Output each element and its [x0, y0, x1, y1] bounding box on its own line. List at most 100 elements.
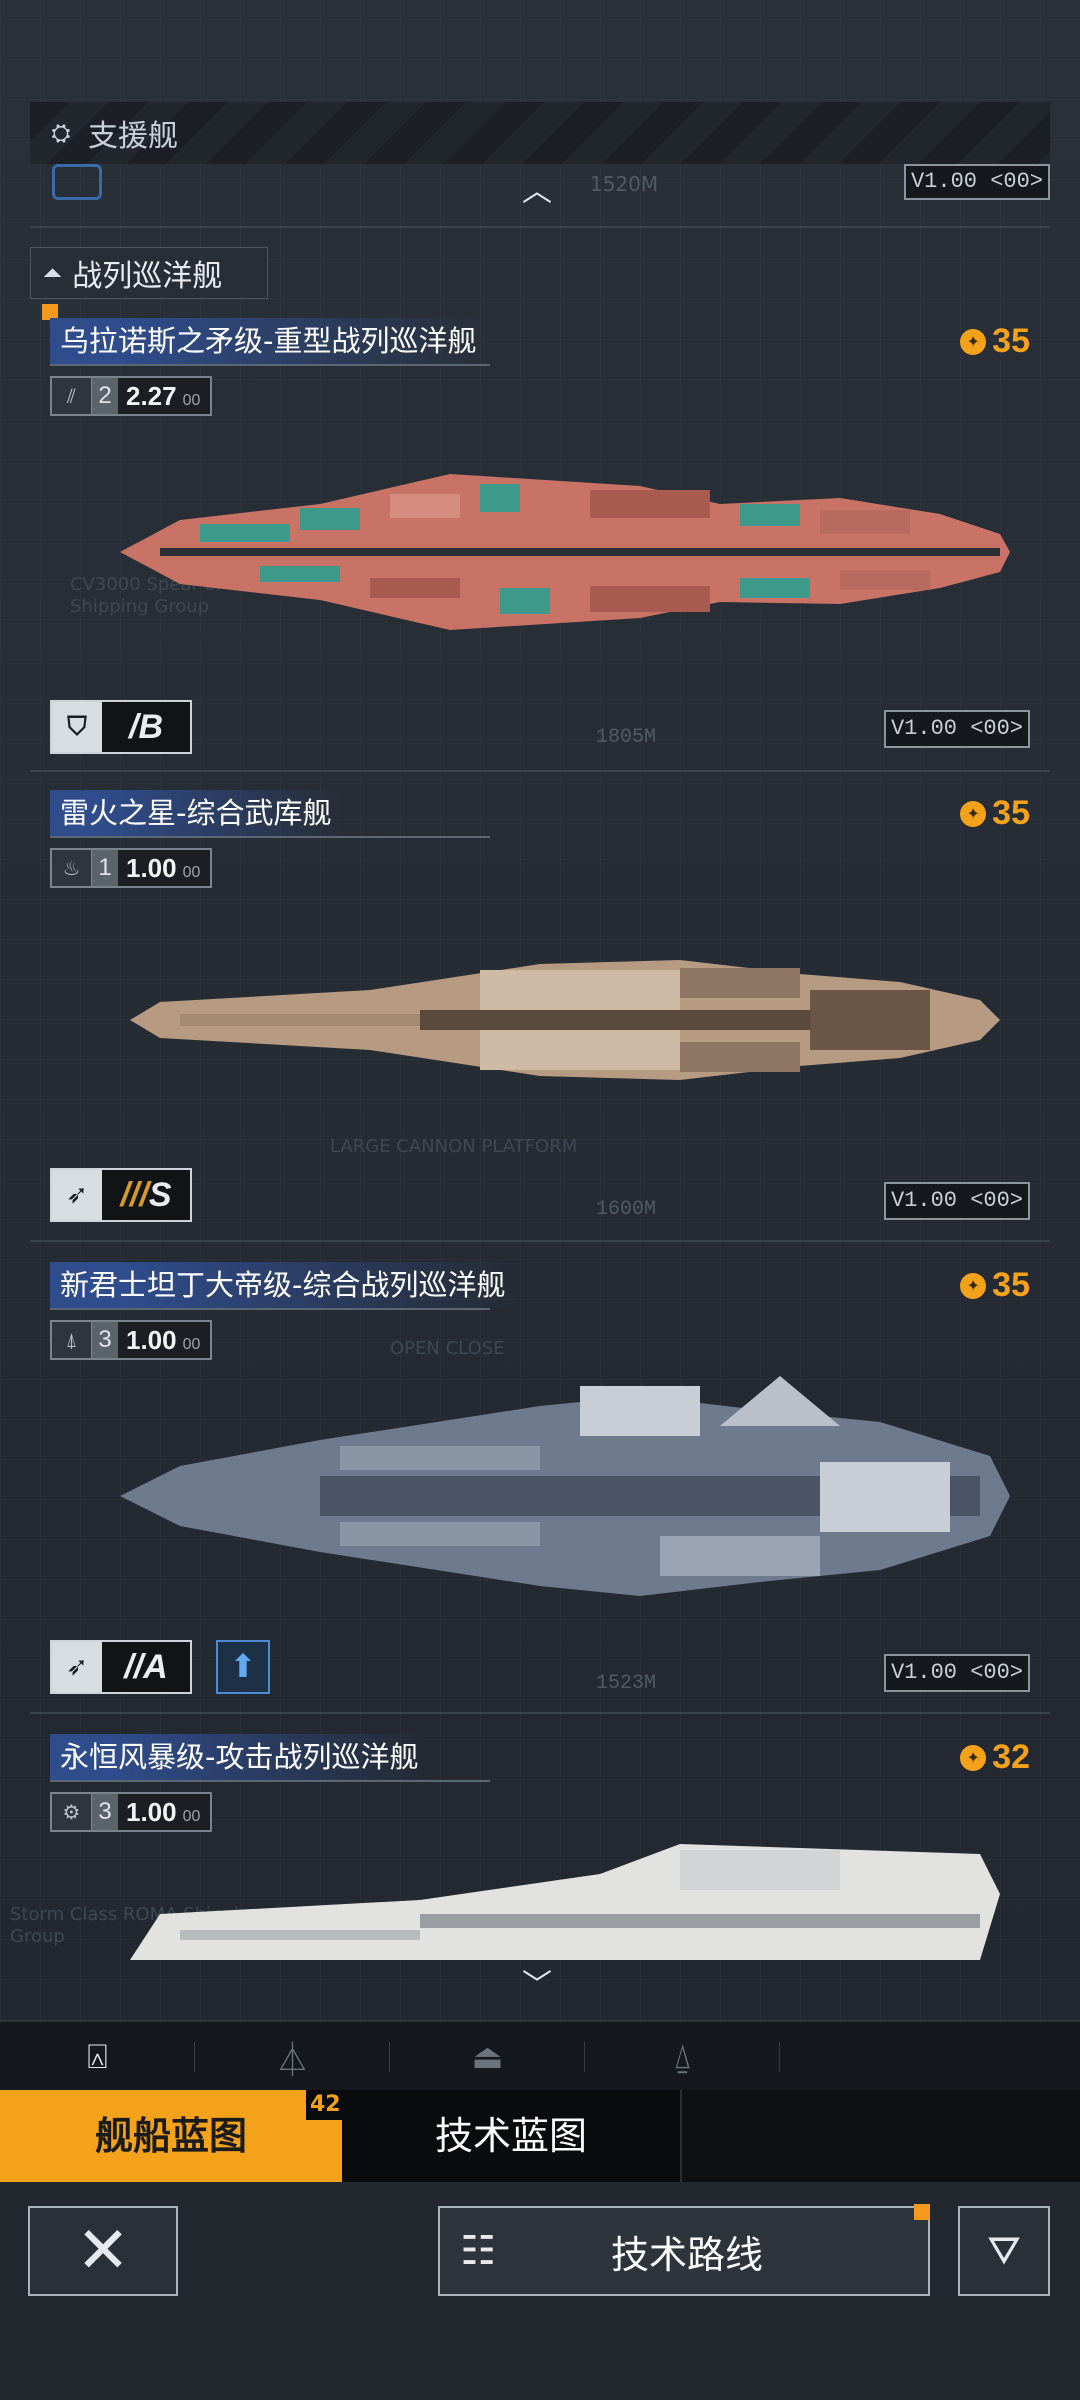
notification-dot	[914, 2204, 930, 2220]
tab-empty[interactable]	[780, 2022, 975, 2092]
filter-button[interactable]: ⛛	[958, 2206, 1050, 2296]
ship-card-new-constantine[interactable]: 新君士坦丁大帝级-综合战列巡洋舰 ✦ 35 ⍋ 3 1.00 00 OPEN CL…	[30, 1262, 1050, 1702]
chevron-up-icon[interactable]: ︿	[522, 166, 552, 210]
support-ship-label: 支援舰	[88, 119, 178, 154]
grade-badge: ⛉ /B	[50, 700, 192, 754]
ship-cost: ✦ 35	[960, 322, 1030, 361]
blueprint-annotation: OPEN CLOSE	[390, 1338, 505, 1359]
tab-carrier[interactable]: ⍙	[585, 2022, 780, 2092]
version-badge: V1.00 <00>	[884, 1654, 1030, 1692]
grade-value: //A	[124, 1648, 168, 1686]
battlecruiser-icon: ⏶	[43, 259, 63, 287]
bottom-action-bar: ✕ ☷ 技术路线 ⛛	[0, 2182, 1080, 2400]
ship-name: 乌拉诺斯之矛级-重型战列巡洋舰	[50, 318, 491, 364]
ship-length: 1600M	[596, 1198, 657, 1221]
tower-type-icon: ⍋	[52, 1322, 92, 1358]
title-underline	[50, 364, 490, 366]
coin-icon: ✦	[960, 800, 987, 827]
version-badge: V1.00 <00>	[884, 1182, 1030, 1220]
flame-type-icon: ♨	[52, 850, 92, 886]
frigate-type-icon: ⫽	[52, 378, 92, 414]
carrier-icon: ⍙	[672, 2037, 693, 2077]
version-badge: V1.00 <00>	[904, 164, 1050, 200]
tab-battlecruiser[interactable]: ⍓	[0, 2022, 195, 2092]
ship-name: 永恒风暴级-攻击战列巡洋舰	[50, 1734, 433, 1780]
divider	[30, 1240, 1050, 1242]
ship-image-eternal-storm	[130, 1844, 1000, 1960]
grade-badge: ➶ ///S	[50, 1168, 192, 1222]
tab-ship-blueprint[interactable]: 舰船蓝图	[0, 2090, 342, 2182]
category-tag-battlecruiser: ⏶ 战列巡洋舰	[30, 247, 268, 299]
stat-value: 1.00 00	[126, 1797, 201, 1827]
coin-icon: ✦	[960, 1744, 987, 1771]
ship-card-thunderfire-star[interactable]: 雷火之星-综合武库舰 ✦ 35 ♨ 1 1.00 00 LARGE CANNON …	[30, 790, 1050, 1230]
version-badge: V1.00 <00>	[884, 710, 1030, 748]
stat-level: 2	[92, 378, 118, 414]
grade-badge: ➶ //A	[50, 1640, 192, 1694]
ship-cost: ✦ 32	[960, 1738, 1030, 1777]
cruiser-icon: ⏃	[275, 2040, 310, 2081]
tech-route-label: 技术路线	[610, 2232, 763, 2277]
ship-length: 1805M	[596, 726, 657, 749]
ship-length: 1523M	[596, 1672, 657, 1695]
destroyer-icon: ⏏	[471, 2037, 504, 2077]
tab-tech-blueprint[interactable]: 技术蓝图	[342, 2090, 682, 2182]
stat-value: 1.00 00	[126, 1325, 201, 1355]
ship-stat: ♨ 1 1.00 00	[50, 848, 213, 888]
ship-card-uranus-spear[interactable]: 乌拉诺斯之矛级-重型战列巡洋舰 ✦ 35 ⫽ 2 2.27 00 CV3000 S…	[30, 304, 1050, 778]
cost-value: 35	[992, 794, 1030, 832]
ship-stat: ⫽ 2 2.27 00	[50, 376, 213, 416]
stat-level: 1	[92, 850, 118, 886]
tab-destroyer[interactable]: ⏏	[390, 2022, 585, 2092]
category-label: 战列巡洋舰	[72, 259, 223, 294]
ship-cost: ✦ 35	[960, 1266, 1030, 1305]
ship-cost: ✦ 35	[960, 794, 1030, 833]
upgrade-arrow-icon[interactable]: ⬆	[216, 1640, 270, 1694]
stat-level: 3	[92, 1322, 118, 1358]
coin-icon: ✦	[960, 328, 987, 355]
ship-length: 1520M	[590, 172, 659, 196]
close-button[interactable]: ✕	[28, 2206, 178, 2296]
battlecruiser-icon: ⍓	[87, 2037, 108, 2077]
title-underline	[50, 836, 490, 838]
ship-image-new-constantine	[120, 1376, 1010, 1596]
ship-stat: ⚙ 3 1.00 00	[50, 1792, 213, 1832]
title-underline	[50, 1308, 490, 1310]
ship-card-eternal-storm[interactable]: 永恒风暴级-攻击战列巡洋舰 ✦ 32 ⚙ 3 1.00 00 Storm Clas…	[10, 1734, 1050, 1960]
title-underline	[50, 1780, 490, 1782]
ship-stat: ⍋ 3 1.00 00	[50, 1320, 213, 1360]
shield-icon: ⛉	[52, 702, 102, 752]
cost-value: 35	[992, 322, 1030, 360]
cost-value: 32	[992, 1738, 1030, 1776]
divider	[30, 770, 1050, 772]
close-icon: ✕	[76, 2214, 130, 2288]
stat-value: 1.00 00	[126, 853, 201, 883]
divider	[30, 1712, 1050, 1714]
support-ship-icon: ⛭	[51, 119, 71, 147]
coin-icon: ✦	[960, 1272, 987, 1299]
ship-name: 新君士坦丁大帝级-综合战列巡洋舰	[50, 1262, 520, 1308]
chevron-down-icon[interactable]: ﹀	[522, 1960, 552, 2004]
strike-icon: ➶	[52, 1642, 102, 1692]
divider	[30, 226, 1050, 228]
ship-name: 雷火之星-综合武库舰	[50, 790, 346, 836]
category-tab-bar: ⍓ ⏃ ⏏ ⍙	[0, 2020, 1080, 2090]
stat-value: 2.27 00	[126, 381, 201, 411]
cost-value: 35	[992, 1266, 1030, 1304]
mode-tab-bar: 舰船蓝图 技术蓝图	[0, 2090, 1080, 2182]
faction-logo-icon	[52, 164, 102, 200]
support-ship-collapsed-row: ︿ 1520M V1.00 <00>	[30, 164, 1050, 209]
ship-image-uranus-spear	[120, 474, 1010, 630]
grade-value: ///S	[120, 1176, 172, 1214]
tech-tree-icon: ☷	[460, 2228, 496, 2274]
support-ship-section-header[interactable]: ⛭ 支援舰	[30, 102, 1050, 164]
stat-level: 3	[92, 1794, 118, 1830]
grade-value: /B	[129, 708, 163, 746]
ship-blueprint-count-badge: 42	[306, 2090, 345, 2120]
filter-icon: ⛛	[987, 2228, 1021, 2274]
ship-image-thunderfire-star	[130, 960, 1000, 1080]
gear-type-icon: ⚙	[52, 1794, 92, 1830]
blueprint-annotation: LARGE CANNON PLATFORM	[330, 1136, 578, 1157]
tab-cruiser[interactable]: ⏃	[195, 2022, 390, 2092]
tech-route-button[interactable]: ☷ 技术路线	[438, 2206, 930, 2296]
